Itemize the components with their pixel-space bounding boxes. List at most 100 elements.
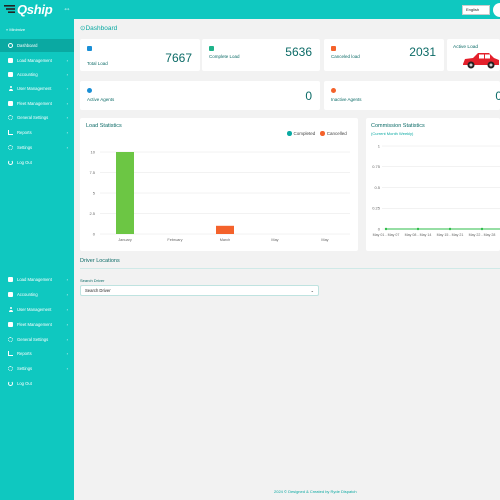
- gear-icon: [8, 337, 13, 342]
- truck-icon: [8, 277, 13, 282]
- gear-icon: [8, 115, 13, 120]
- active-agents-card[interactable]: Active Agents 0: [80, 81, 320, 110]
- chevron-right-icon: ›: [66, 322, 68, 327]
- driver-locations-title: Driver Locations: [80, 258, 120, 264]
- truck-icon: [8, 58, 13, 63]
- y-tick-label: 0.5: [374, 185, 380, 190]
- logo[interactable]: Qship: [4, 2, 53, 17]
- load-statistics-chart: 10 7.5 5 2.5 0 January February March May May: [89, 149, 350, 242]
- sidebar-item-fleet-management[interactable]: Fleet Management ›: [0, 97, 74, 110]
- sidebar-item-accounting[interactable]: Accounting ›: [0, 288, 74, 301]
- sidebar-item-log-out[interactable]: Log Out: [0, 156, 74, 169]
- card-label: Canceled load: [331, 54, 360, 59]
- truck-icon: [87, 46, 92, 51]
- sidebar-item-label: Reports: [17, 130, 32, 135]
- card-label: Active Load: [453, 45, 479, 50]
- y-tick-label: 7.5: [89, 170, 95, 175]
- chevron-right-icon: ›: [66, 58, 68, 63]
- commission-statistics-chart: 1 0.75 0.5 0.25 0 May 01 - May 07 May 08 - May…: [372, 143, 500, 237]
- check-box-icon: [209, 46, 214, 51]
- sidebar-item-label: Dashboard: [17, 43, 38, 48]
- data-point: [384, 227, 388, 231]
- fleet-icon: [8, 101, 13, 106]
- chevron-right-icon: ›: [66, 101, 68, 106]
- data-point: [416, 227, 420, 231]
- chevron-right-icon: ›: [66, 115, 68, 120]
- x-tick-label: February: [167, 238, 182, 242]
- user-icon: [8, 86, 13, 91]
- minimize-link[interactable]: « Minimize: [6, 27, 25, 32]
- money-icon: [8, 292, 13, 297]
- sidebar-item-user-management[interactable]: User Management ›: [0, 303, 74, 316]
- sidebar-item-log-out[interactable]: Log Out: [0, 377, 74, 390]
- canceled-load-card[interactable]: Canceled load 2031: [324, 39, 444, 71]
- total-load-card[interactable]: Total Load 7667: [80, 39, 200, 71]
- search-driver-label: Search Driver: [80, 278, 105, 283]
- card-value: 5636: [285, 45, 312, 59]
- sidebar-item-fleet-management[interactable]: Fleet Management ›: [0, 318, 74, 331]
- language-select[interactable]: English: [462, 5, 490, 15]
- bar: [116, 152, 134, 234]
- agent-icon: [87, 88, 92, 93]
- chevron-right-icon: ›: [66, 277, 68, 282]
- chevron-right-icon: ›: [66, 72, 68, 77]
- y-tick-label: 10: [91, 149, 96, 154]
- dashboard-icon: [8, 43, 13, 48]
- fleet-icon: [8, 322, 13, 327]
- sidebar-item-label: Load Management: [17, 58, 52, 63]
- active-load-card[interactable]: Active Load: [447, 39, 500, 71]
- sidebar-item-accounting[interactable]: Accounting ›: [0, 68, 74, 81]
- x-tick-label: May: [271, 238, 278, 242]
- chevron-right-icon: ›: [66, 130, 68, 135]
- reports-icon: [8, 351, 13, 356]
- sidebar-item-label: Settings: [17, 366, 33, 371]
- sidebar-item-settings[interactable]: Settings ›: [0, 141, 74, 154]
- sidebar-item-load-management[interactable]: Load Management ›: [0, 273, 74, 286]
- complete-load-card[interactable]: Complete Load 5636: [202, 39, 320, 71]
- chevron-right-icon: ›: [66, 292, 68, 297]
- y-tick-label: 1: [378, 143, 381, 148]
- top-bar: Qship ⇔ English: [0, 0, 500, 19]
- sidebar-item-reports[interactable]: Reports ›: [0, 347, 74, 360]
- red-car-icon: [463, 53, 499, 69]
- card-value: 7667: [165, 51, 192, 65]
- settings-icon: [8, 366, 13, 371]
- sidebar-item-label: General Settings: [17, 337, 49, 342]
- chevron-right-icon: ›: [66, 307, 68, 312]
- card-value: 0: [495, 89, 500, 103]
- x-tick-label: May: [321, 238, 328, 242]
- sidebar-item-label: Fleet Management: [17, 101, 52, 106]
- page-title-text: Dashboard: [85, 25, 118, 32]
- sidebar-item-general-settings[interactable]: General Settings ›: [0, 111, 74, 124]
- y-tick-label: 2.5: [89, 211, 95, 216]
- inactive-agents-card[interactable]: Inactive Agents 0: [324, 81, 500, 110]
- sidebar-item-settings[interactable]: Settings ›: [0, 362, 74, 375]
- search-driver-select[interactable]: Search Driver ⌄: [80, 285, 319, 296]
- x-tick-label: March: [220, 238, 231, 242]
- sidebar-item-load-management[interactable]: Load Management ›: [0, 54, 74, 67]
- card-label: Active Agents: [87, 97, 115, 102]
- card-value: 2031: [409, 45, 436, 59]
- sidebar-item-label: Log Out: [17, 160, 32, 165]
- user-avatar[interactable]: [493, 3, 500, 17]
- y-tick-label: 0.25: [372, 206, 381, 211]
- sidebar-item-general-settings[interactable]: General Settings ›: [0, 333, 74, 346]
- logout-icon: [8, 381, 13, 386]
- logout-icon: [8, 160, 13, 165]
- sidebar-item-dashboard[interactable]: Dashboard: [0, 39, 74, 52]
- x-tick-label: January: [118, 238, 132, 242]
- x-tick-label: May 08 - May 14: [405, 233, 432, 237]
- y-tick-label: 0: [378, 226, 381, 231]
- sidebar-item-label: Log Out: [17, 381, 32, 386]
- sidebar-item-user-management[interactable]: User Management ›: [0, 82, 74, 95]
- sidebar-toggle-icon[interactable]: ⇔: [63, 4, 71, 13]
- page-title: ⊙Dashboard: [80, 24, 117, 32]
- sidebar-item-label: Reports: [17, 351, 32, 356]
- money-icon: [8, 72, 13, 77]
- chevron-right-icon: ›: [66, 86, 68, 91]
- sidebar-item-reports[interactable]: Reports ›: [0, 126, 74, 139]
- chevron-right-icon: ›: [66, 366, 68, 371]
- chevron-down-icon: ⌄: [310, 288, 314, 293]
- logo-speed-lines-icon: [4, 5, 15, 13]
- card-label: Complete Load: [209, 54, 240, 59]
